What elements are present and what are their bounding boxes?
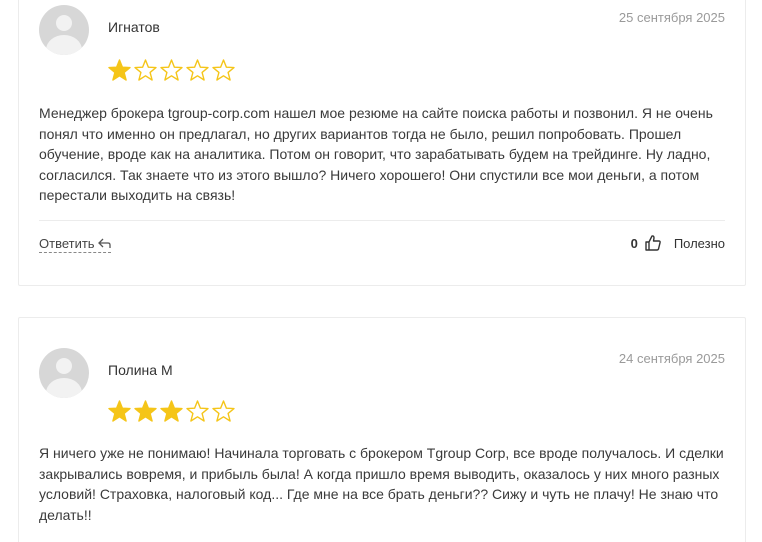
star-empty-icon xyxy=(134,59,157,81)
review-author: Полина М xyxy=(108,362,173,378)
reply-button[interactable]: Ответить xyxy=(39,236,111,253)
useful-label[interactable]: Полезно xyxy=(674,236,725,251)
star-empty-icon xyxy=(212,59,235,81)
rating-stars xyxy=(107,58,236,83)
star-filled-icon xyxy=(108,59,131,81)
useful-section: 0 Полезно xyxy=(631,234,725,252)
review-text: Я ничего уже не понимаю! Начинала торгов… xyxy=(39,445,724,523)
divider xyxy=(39,220,725,221)
star-filled-icon xyxy=(134,400,157,422)
review-text: Менеджер брокера tgroup-corp.com нашел м… xyxy=(39,105,713,203)
star-empty-icon xyxy=(186,59,209,81)
like-count: 0 xyxy=(630,235,638,251)
star-empty-icon xyxy=(160,59,183,81)
avatar xyxy=(39,348,89,398)
star-empty-icon xyxy=(186,400,209,422)
thumbs-up-icon[interactable] xyxy=(644,234,662,252)
review-card: Игнатов 25 сентября 2025 Менеджер брокер… xyxy=(18,0,746,286)
star-empty-icon xyxy=(212,400,235,422)
star-filled-icon xyxy=(160,400,183,422)
star-filled-icon xyxy=(108,400,131,422)
review-date: 24 сентября 2025 xyxy=(618,351,725,366)
reply-label: Ответить xyxy=(39,236,95,251)
rating-stars xyxy=(107,399,236,424)
review-card: Полина М 24 сентября 2025 Я ничего уже н… xyxy=(18,317,746,542)
review-date: 25 сентября 2025 xyxy=(618,10,725,25)
avatar xyxy=(39,5,89,55)
reply-arrow-icon xyxy=(97,238,111,248)
review-author: Игнатов xyxy=(108,19,160,35)
